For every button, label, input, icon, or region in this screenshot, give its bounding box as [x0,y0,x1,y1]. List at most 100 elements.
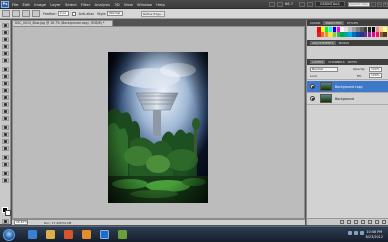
3d-orbit-tool-icon[interactable] [2,162,9,167]
tab-adjustments[interactable]: ADJUSTMENTS [310,41,336,45]
layer-row-background[interactable]: Background [307,93,388,105]
notification-icon[interactable] [360,231,364,235]
move-tool-icon[interactable] [2,23,9,28]
internet-explorer-icon[interactable] [28,230,37,239]
menu-select[interactable]: Select [65,2,77,7]
style-select[interactable]: Normal [107,11,124,16]
menu-help[interactable]: Help [156,2,165,7]
start-button-icon[interactable] [3,229,15,241]
clock-date: 8/23/2012 [365,234,383,239]
close-icon[interactable]: × [383,1,388,7]
healing-brush-tool-icon[interactable] [2,67,9,72]
screen-mode-icon[interactable] [307,1,313,7]
new-group-icon[interactable] [368,220,372,224]
crop-tool-icon[interactable] [2,51,9,56]
clone-stamp-tool-icon[interactable] [2,81,9,86]
history-brush-tool-icon[interactable] [2,88,9,93]
link-layers-icon[interactable] [340,220,344,224]
file-explorer-icon[interactable] [46,230,55,239]
firefox-icon[interactable] [82,230,91,239]
hand-tool-icon[interactable] [2,171,9,176]
brush-tool-icon[interactable] [2,74,9,79]
quick-select-tool-icon[interactable] [2,44,9,49]
menu-bar: File Edit Image Layer Select Filter Anal… [12,2,169,7]
feather-field[interactable]: 0 px [57,11,69,16]
tab-channels[interactable]: CHANNELS [328,60,344,64]
tab-paths[interactable]: PATHS [348,60,357,64]
new-layer-icon[interactable] [375,220,379,224]
fill-field[interactable]: 100% [369,73,382,78]
type-tool-icon[interactable] [2,132,9,137]
color-swatch[interactable] [383,32,387,37]
launch-bridge-icon[interactable] [268,1,275,7]
delete-layer-icon[interactable] [382,220,386,224]
background-color-swatch[interactable] [5,210,11,216]
3d-rotate-tool-icon[interactable] [2,155,9,160]
utility-app-icon[interactable] [118,230,127,239]
tab-swatches[interactable]: SWATCHES [323,21,344,25]
tab-masks[interactable]: MASKS [339,41,349,45]
workspace-switcher[interactable]: ESSENTIALS [315,1,345,7]
lasso-tool-icon[interactable] [2,37,9,42]
opacity-field[interactable]: 100% [369,67,382,72]
visibility-eye-icon[interactable] [310,96,315,101]
options-bar: Feather: 0 px Anti-alias Style: Normal R… [0,9,388,19]
menu-file[interactable]: File [12,2,18,7]
panel-dock: COLOR SWATCHES STYLES ADJUSTMENTS MASKS … [306,20,388,225]
antialias-checkbox[interactable] [71,11,76,16]
menu-image[interactable]: Image [34,2,46,7]
menu-analysis[interactable]: Analysis [94,2,110,7]
menu-filter[interactable]: Filter [81,2,90,7]
volume-icon[interactable] [354,231,358,235]
network-icon[interactable] [348,231,352,235]
eyedropper-tool-icon[interactable] [2,58,9,63]
arrange-documents-icon[interactable] [299,1,305,7]
path-selection-tool-icon[interactable] [2,139,9,144]
layers-controls: Normal Opacity: 100% Lock: Fill: 100% [307,65,388,80]
layer-thumbnail [320,82,332,91]
dodge-tool-icon[interactable] [2,116,9,121]
layer-row-background-copy[interactable]: Background copy [307,81,388,93]
zoom-level[interactable]: 66.7 [285,2,293,6]
refine-edge-button[interactable]: Refine Edge... [141,10,166,17]
layer-style-icon[interactable] [347,220,351,224]
subtract-selection-icon[interactable] [32,10,40,17]
menu-layer[interactable]: Layer [50,2,61,7]
blur-tool-icon[interactable] [2,109,9,114]
adjustment-layer-icon[interactable] [361,220,365,224]
tab-styles[interactable]: STYLES [347,21,358,25]
blend-mode-select[interactable]: Normal [310,67,338,72]
add-mask-icon[interactable] [354,220,358,224]
add-selection-icon[interactable] [22,10,30,17]
launch-minibridge-icon[interactable] [276,1,283,7]
pen-tool-icon[interactable] [2,125,9,130]
feather-label: Feather: [43,11,57,16]
windows-taskbar: 10:56 PM 8/23/2012 [0,226,388,242]
document-size[interactable]: Doc: 17.2M/34.4M [44,221,71,225]
clock[interactable]: 10:56 PM 8/23/2012 [366,230,383,239]
photoshop-logo: Ps [1,0,9,8]
menu-view[interactable]: View [124,2,133,7]
maximize-icon[interactable]: ▫ [377,1,382,7]
menu-edit[interactable]: Edit [23,2,30,7]
menu-window[interactable]: Window [137,2,152,7]
tab-color[interactable]: COLOR [310,21,320,25]
marquee-tool-icon[interactable] [2,30,9,35]
photo-canvas[interactable] [108,52,208,203]
new-selection-icon[interactable] [12,10,20,17]
menu-3d[interactable]: 3D [114,2,119,7]
tab-layers[interactable]: LAYERS [310,60,326,64]
zoom-field[interactable]: 16.67% [14,220,28,225]
media-player-icon[interactable] [64,230,73,239]
zoom-tool-icon[interactable] [2,178,9,183]
minimize-icon[interactable]: – [371,1,376,7]
quick-mask-icon[interactable] [2,219,9,224]
eraser-tool-icon[interactable] [2,95,9,100]
marquee-preset-icon[interactable] [2,10,10,17]
search-help-field[interactable]: Search Help [348,1,370,7]
gradient-tool-icon[interactable] [2,102,9,107]
shape-tool-icon[interactable] [2,146,9,151]
photoshop-taskbar-icon[interactable] [100,230,109,239]
visibility-eye-icon[interactable] [310,84,315,89]
color-swatch[interactable] [383,27,387,32]
